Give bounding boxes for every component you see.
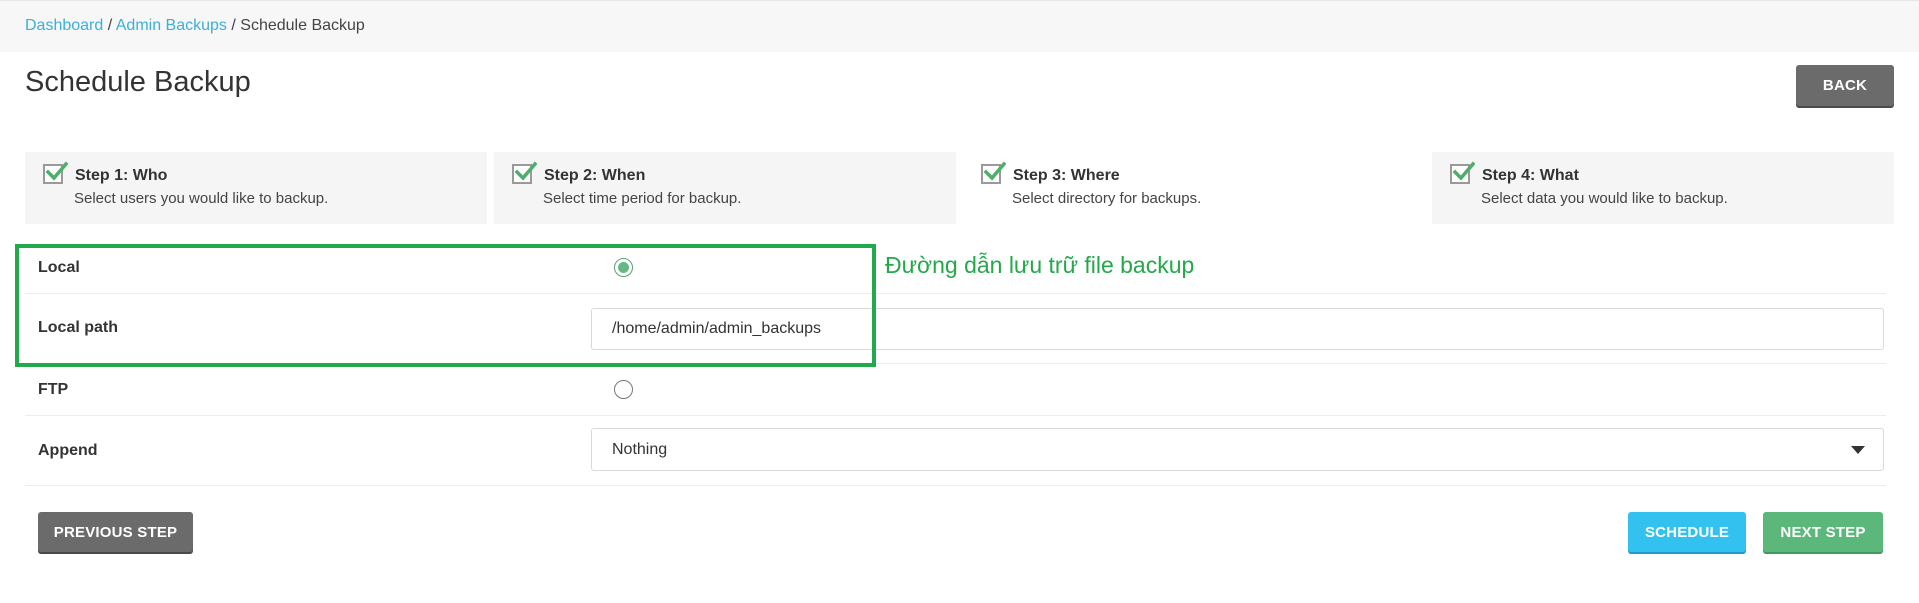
wizard-steps: Step 1: Who Select users you would like …	[25, 148, 1894, 232]
breadcrumb: Dashboard / Admin Backups / Schedule Bac…	[0, 0, 1919, 52]
append-row: Append Nothing	[25, 416, 1886, 486]
wizard-step-where[interactable]: Step 3: Where Select directory for backu…	[963, 148, 1425, 232]
chevron-down-icon	[1851, 446, 1865, 454]
ftp-row: FTP	[25, 364, 1886, 416]
checkbox-checked-icon	[512, 161, 537, 184]
breadcrumb-current: Schedule Backup	[240, 17, 365, 34]
step-title: Step 3: Where	[1013, 167, 1120, 184]
highlight-box	[15, 244, 876, 367]
wizard-step-who[interactable]: Step 1: Who Select users you would like …	[25, 148, 487, 232]
breadcrumb-separator: /	[231, 17, 236, 34]
breadcrumb-link-dashboard[interactable]: Dashboard	[25, 17, 103, 34]
step-description: Select users you would like to backup.	[74, 190, 329, 207]
next-step-button[interactable]: NEXT STEP	[1763, 512, 1883, 552]
step-title: Step 2: When	[544, 167, 646, 184]
back-button[interactable]: BACK	[1796, 65, 1894, 106]
wizard-step-when[interactable]: Step 2: When Select time period for back…	[494, 148, 956, 232]
wizard-step-what[interactable]: Step 4: What Select data you would like …	[1432, 148, 1894, 232]
breadcrumb-separator: /	[107, 17, 113, 34]
schedule-button[interactable]: SCHEDULE	[1628, 512, 1746, 552]
step-title: Step 1: Who	[75, 167, 168, 184]
checkbox-checked-icon	[1450, 161, 1475, 184]
step-title: Step 4: What	[1482, 167, 1579, 184]
step-description: Select time period for backup.	[543, 190, 742, 207]
ftp-radio[interactable]	[614, 380, 633, 399]
step-description: Select data you would like to backup.	[1481, 190, 1728, 207]
annotation-text: Đường dẫn lưu trữ file backup	[885, 252, 1195, 278]
append-select[interactable]: Nothing	[591, 428, 1884, 471]
breadcrumb-link-admin-backups[interactable]: Admin Backups	[116, 17, 227, 34]
append-selected-value: Nothing	[612, 441, 668, 458]
checkbox-checked-icon	[981, 161, 1006, 184]
previous-step-button[interactable]: PREVIOUS STEP	[38, 512, 193, 552]
checkbox-checked-icon	[43, 161, 68, 184]
ftp-label: FTP	[38, 381, 69, 398]
append-label: Append	[38, 442, 98, 459]
page-title: Schedule Backup	[25, 66, 251, 98]
step-description: Select directory for backups.	[1012, 190, 1202, 207]
